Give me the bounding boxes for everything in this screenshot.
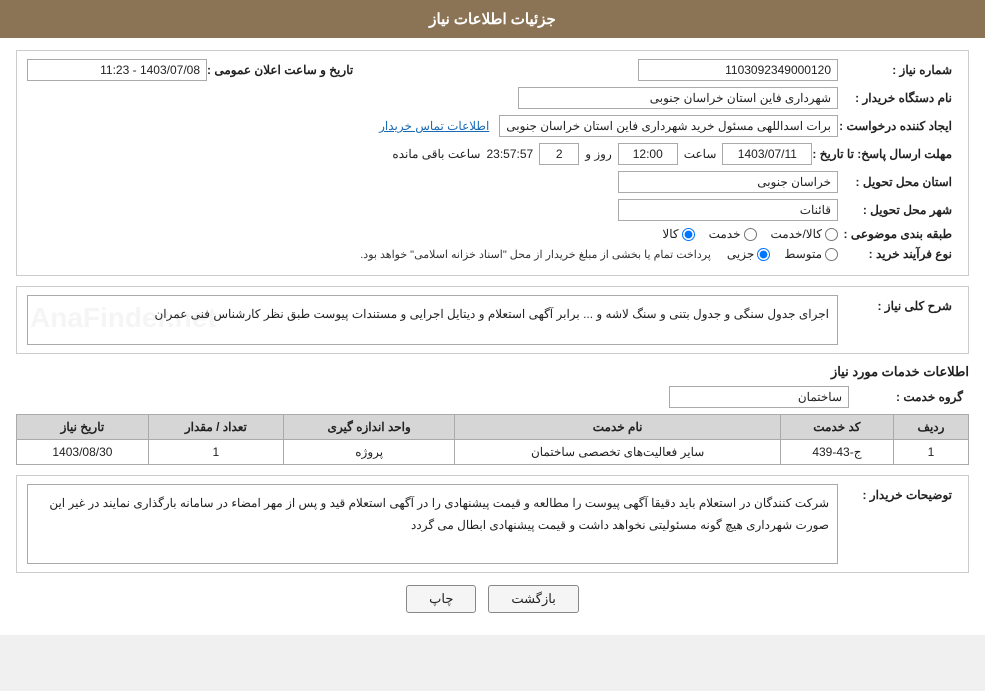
process-radio-motavaset[interactable] <box>825 248 838 261</box>
buyer-org-label: نام دستگاه خریدار : <box>838 91 958 105</box>
page-header: جزئیات اطلاعات نیاز <box>0 0 985 38</box>
delivery-province-label: استان محل تحویل : <box>838 175 958 189</box>
table-row: 1ج-43-439سایر فعالیت‌های تخصصی ساختمانپر… <box>17 440 969 465</box>
row-creator: ایجاد کننده درخواست : برات اسداللهی مسئو… <box>27 115 958 137</box>
services-table: ردیف کد خدمت نام خدمت واحد اندازه گیری ت… <box>16 414 969 465</box>
creator-value: برات اسداللهی مسئول خرید شهرداری فاین اس… <box>499 115 838 137</box>
creator-contact-link[interactable]: اطلاعات تماس خریدار <box>379 119 489 133</box>
buyer-notes-row: توضیحات خریدار : شرکت کنندگان در استعلام… <box>27 484 958 564</box>
description-row: شرح کلی نیاز : اجرای جدول سنگی و جدول بت… <box>27 295 958 345</box>
category-label-kala: کالا <box>662 227 678 241</box>
row-category: طبقه بندی موضوعی : کالا/خدمت خدمت کالا <box>27 227 958 241</box>
delivery-city-label: شهر محل تحویل : <box>838 203 958 217</box>
table-cell-date: 1403/08/30 <box>17 440 149 465</box>
need-number-label: شماره نیاز : <box>838 63 958 77</box>
buyer-notes-value: شرکت کنندگان در استعلام باید دقیقا آگهی … <box>27 484 838 564</box>
category-radio-khedmat[interactable] <box>744 228 757 241</box>
description-box: اجرای جدول سنگی و جدول بتنی و سنگ لاشه و… <box>27 295 838 345</box>
buyer-org-value: شهرداری فاین استان خراسان جنوبی <box>518 87 838 109</box>
table-cell-row: 1 <box>893 440 968 465</box>
col-header-count: تعداد / مقدار <box>148 415 283 440</box>
service-group-value: ساختمان <box>669 386 849 408</box>
response-time-label: ساعت <box>684 147 717 161</box>
process-option-motavaset[interactable]: متوسط <box>784 247 838 261</box>
service-group-label: گروه خدمت : <box>849 390 969 404</box>
response-days-label: روز و <box>585 147 612 161</box>
table-cell-count: 1 <box>148 440 283 465</box>
page-title: جزئیات اطلاعات نیاز <box>429 11 556 28</box>
category-label-kala-khedmat: کالا/خدمت <box>771 227 822 241</box>
response-deadline-label: مهلت ارسال پاسخ: تا تاریخ : <box>812 147 958 161</box>
buyer-notes-label: توضیحات خریدار : <box>838 484 958 502</box>
process-label-jozii: جزیی <box>727 247 754 261</box>
description-section: شرح کلی نیاز : اجرای جدول سنگی و جدول بت… <box>16 286 969 354</box>
need-number-value: 1103092349000120 <box>638 59 838 81</box>
col-header-name: نام خدمت <box>455 415 780 440</box>
col-header-unit: واحد اندازه گیری <box>283 415 454 440</box>
response-date: 1403/07/11 <box>722 143 812 165</box>
row-buyer-org: نام دستگاه خریدار : شهرداری فاین استان خ… <box>27 87 958 109</box>
table-cell-name: سایر فعالیت‌های تخصصی ساختمان <box>455 440 780 465</box>
delivery-province-value: خراسان جنوبی <box>618 171 838 193</box>
row-response-deadline: مهلت ارسال پاسخ: تا تاریخ : 1403/07/11 س… <box>27 143 958 165</box>
response-remaining: 23:57:57 <box>487 147 534 161</box>
category-option-kala-khedmat[interactable]: کالا/خدمت <box>771 227 838 241</box>
content-area: شماره نیاز : 1103092349000120 تاریخ و سا… <box>0 38 985 635</box>
response-days: 2 <box>539 143 579 165</box>
description-label: شرح کلی نیاز : <box>838 295 958 313</box>
row-delivery-city: شهر محل تحویل : قائنات <box>27 199 958 221</box>
buttons-row: بازگشت چاپ <box>16 585 969 623</box>
services-table-header-row: ردیف کد خدمت نام خدمت واحد اندازه گیری ت… <box>17 415 969 440</box>
process-option-jozii[interactable]: جزیی <box>727 247 770 261</box>
category-label: طبقه بندی موضوعی : <box>838 227 958 241</box>
col-header-date: تاریخ نیاز <box>17 415 149 440</box>
process-radio-jozii[interactable] <box>757 248 770 261</box>
creator-label: ایجاد کننده درخواست : <box>838 119 958 133</box>
col-header-row: ردیف <box>893 415 968 440</box>
services-section: اطلاعات خدمات مورد نیاز گروه خدمت : ساخت… <box>16 364 969 465</box>
buyer-notes-section: توضیحات خریدار : شرکت کنندگان در استعلام… <box>16 475 969 573</box>
response-remaining-label: ساعت باقی مانده <box>392 147 480 161</box>
delivery-city-value: قائنات <box>618 199 838 221</box>
row-process-type: نوع فرآیند خرید : متوسط جزیی پرداخت تمام… <box>27 247 958 261</box>
description-value: اجرای جدول سنگی و جدول بتنی و سنگ لاشه و… <box>154 307 829 321</box>
category-option-kala[interactable]: کالا <box>662 227 694 241</box>
table-cell-code: ج-43-439 <box>780 440 893 465</box>
print-button[interactable]: چاپ <box>406 585 476 613</box>
category-radio-kala-khedmat[interactable] <box>825 228 838 241</box>
category-option-khedmat[interactable]: خدمت <box>709 227 757 241</box>
main-form-section: شماره نیاز : 1103092349000120 تاریخ و سا… <box>16 50 969 276</box>
announcement-date-label: تاریخ و ساعت اعلان عمومی : <box>207 63 359 77</box>
page-wrapper: جزئیات اطلاعات نیاز شماره نیاز : 1103092… <box>0 0 985 635</box>
process-note: پرداخت تمام یا بخشی از مبلغ خریدار از مح… <box>27 248 711 261</box>
table-cell-unit: پروژه <box>283 440 454 465</box>
back-button[interactable]: بازگشت <box>488 585 578 613</box>
row-delivery-province: استان محل تحویل : خراسان جنوبی <box>27 171 958 193</box>
process-label-motavaset: متوسط <box>784 247 822 261</box>
col-header-code: کد خدمت <box>780 415 893 440</box>
category-radio-kala[interactable] <box>682 228 695 241</box>
row-service-group: گروه خدمت : ساختمان <box>16 386 969 408</box>
services-table-head: ردیف کد خدمت نام خدمت واحد اندازه گیری ت… <box>17 415 969 440</box>
announcement-date-value: 1403/07/08 - 11:23 <box>27 59 207 81</box>
response-time: 12:00 <box>618 143 678 165</box>
process-radio-group: متوسط جزیی <box>727 247 838 261</box>
process-label: نوع فرآیند خرید : <box>838 247 958 261</box>
services-table-body: 1ج-43-439سایر فعالیت‌های تخصصی ساختمانپر… <box>17 440 969 465</box>
services-section-title: اطلاعات خدمات مورد نیاز <box>16 364 969 380</box>
category-label-khedmat: خدمت <box>709 227 741 241</box>
category-radio-group: کالا/خدمت خدمت کالا <box>662 227 838 241</box>
row-need-number: شماره نیاز : 1103092349000120 تاریخ و سا… <box>27 59 958 81</box>
